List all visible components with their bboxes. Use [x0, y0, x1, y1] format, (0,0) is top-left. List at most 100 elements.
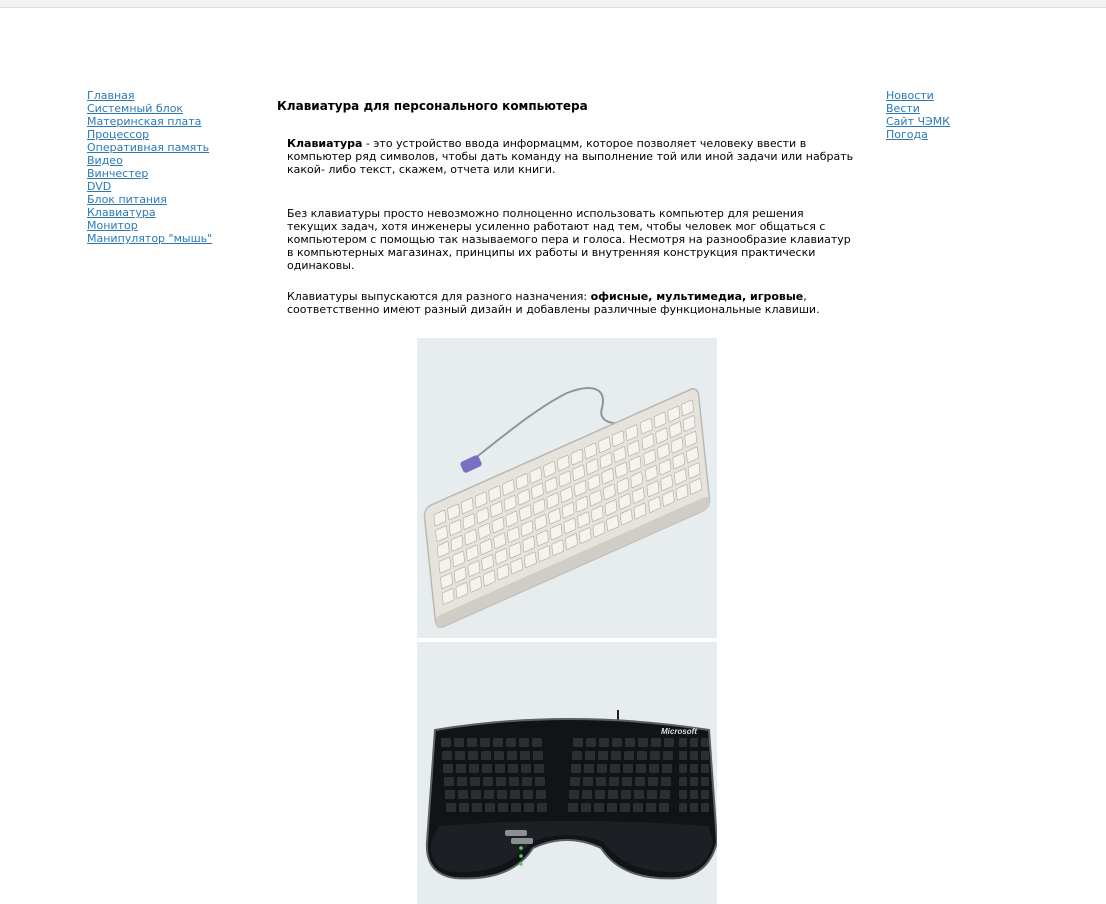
nav-item-mouse: Манипулятор "мышь" [87, 230, 212, 245]
keyboard-key [497, 790, 507, 799]
keyboard-key [660, 790, 670, 799]
keyboard-key [533, 751, 543, 760]
ergo-palm-rest [430, 821, 713, 873]
right-nav-menu: Новости Вести Сайт ЧЭМК Погода [886, 87, 950, 141]
keyboard-key [595, 790, 605, 799]
keyboard-key [620, 803, 630, 812]
keyboard-key [524, 803, 534, 812]
keyboard-key [582, 790, 592, 799]
nav-item-keyboard: Клавиатура [87, 204, 212, 219]
keyboard-key [509, 777, 519, 786]
keyboard-key [459, 803, 469, 812]
keyboard-key [690, 738, 698, 747]
keyboard-key [536, 790, 546, 799]
keyboard-key [701, 738, 709, 747]
keyboard-key [650, 751, 660, 760]
browser-top-border [0, 0, 1106, 8]
keyboard-key [609, 777, 619, 786]
office-keyboard-image [417, 338, 717, 638]
types-list: офисные, мультимедиа, игровые [590, 290, 804, 303]
keyboard-key [456, 764, 466, 773]
keyboard-key [506, 738, 516, 747]
keyboard-key [608, 790, 618, 799]
keyboard-key [519, 738, 529, 747]
keyboard-key [494, 751, 504, 760]
keyboard-key [446, 803, 456, 812]
office-keyboard-body [423, 388, 711, 629]
keyboard-key [522, 777, 532, 786]
keyboard-key [610, 764, 620, 773]
keyboard-key [471, 790, 481, 799]
nav-item-system-unit: Системный блок [87, 100, 212, 115]
keyboard-key [481, 751, 491, 760]
keyboard-key [510, 790, 520, 799]
nav-item-hdd: Винчестер [87, 165, 212, 180]
keyboard-key [573, 738, 583, 747]
keyboard-key [634, 790, 644, 799]
keyboard-key [442, 751, 452, 760]
keyboard-key [625, 738, 635, 747]
intro-paragraph: Клавиатура - это устройство ввода информ… [287, 137, 857, 176]
keyboard-key [701, 764, 709, 773]
keyboard-key [583, 777, 593, 786]
nav-item-home: Главная [87, 87, 212, 102]
keyboard-key [493, 738, 503, 747]
keyboard-key [635, 777, 645, 786]
nav-item-news: Новости [886, 87, 950, 102]
keyboard-key [690, 790, 698, 799]
left-nav-menu: Главная Системный блок Материнская плата… [87, 87, 212, 245]
keyboard-key [507, 751, 517, 760]
keyboard-key [455, 751, 465, 760]
keyboard-key [568, 803, 578, 812]
ergo-led [519, 854, 523, 858]
keyboard-key [468, 751, 478, 760]
ergo-led [519, 846, 523, 850]
keyboard-key [480, 738, 490, 747]
keyboard-key [570, 777, 580, 786]
keyboard-key [444, 777, 454, 786]
keyboard-key [469, 764, 479, 773]
keyboard-key [646, 803, 656, 812]
nav-link-weather[interactable]: Погода [886, 128, 928, 141]
keyboard-key [532, 738, 542, 747]
keyboard-key [599, 738, 609, 747]
keyboard-key [633, 803, 643, 812]
nav-item-chemk-site: Сайт ЧЭМК [886, 113, 950, 128]
keyboard-key [690, 803, 698, 812]
keyboard-key [647, 790, 657, 799]
keyboard-key [597, 764, 607, 773]
nav-item-ram: Оперативная память [87, 139, 212, 154]
keyboard-key [581, 803, 591, 812]
keyboard-key [649, 764, 659, 773]
ergonomic-keyboard-image: Microsoft [417, 642, 717, 904]
keyboard-key [638, 738, 648, 747]
keyboard-key [661, 777, 671, 786]
usage-text: Без клавиатуры просто невозможно полноце… [287, 207, 851, 272]
keyboard-key [584, 764, 594, 773]
keyboard-key [679, 738, 687, 747]
keyboard-key [648, 777, 658, 786]
keyboard-key [523, 790, 533, 799]
keyboard-key [701, 751, 709, 760]
nav-item-vesti: Вести [886, 100, 950, 115]
keyboard-key [495, 764, 505, 773]
keyboard-key [679, 803, 687, 812]
keyboard-key [690, 751, 698, 760]
keyboard-key [659, 803, 669, 812]
nav-item-dvd: DVD [87, 178, 212, 193]
intro-term: Клавиатура [287, 137, 363, 150]
keyboard-key [679, 777, 687, 786]
keyboard-key [535, 777, 545, 786]
keyboard-key [623, 764, 633, 773]
keyboard-key [586, 738, 596, 747]
nav-item-psu: Блок питания [87, 191, 212, 206]
keyboard-key [624, 751, 634, 760]
keyboard-key [534, 764, 544, 773]
nav-link-mouse[interactable]: Манипулятор "мышь" [87, 232, 212, 245]
keyboard-key [690, 777, 698, 786]
keyboard-key [679, 790, 687, 799]
ergo-palm-button [505, 830, 527, 836]
keyboard-key [679, 751, 687, 760]
keyboard-key [585, 751, 595, 760]
types-paragraph: Клавиатуры выпускаются для разного назна… [287, 290, 857, 316]
